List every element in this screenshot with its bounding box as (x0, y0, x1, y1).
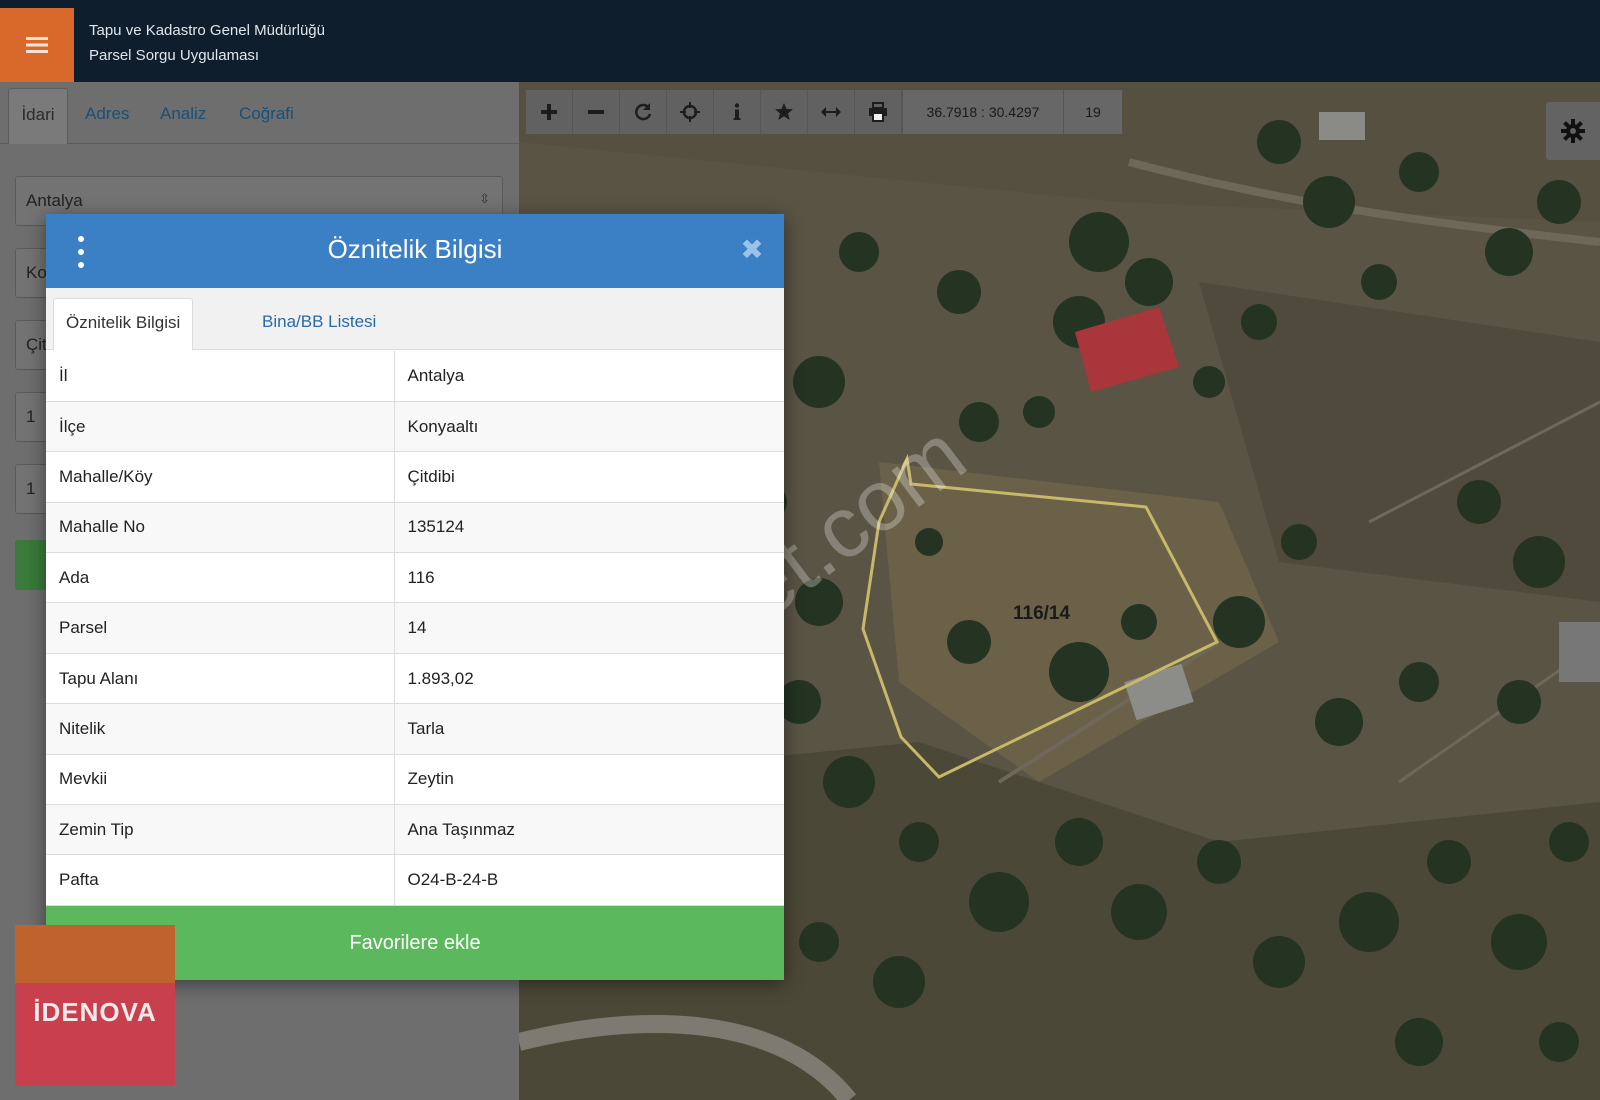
minus-icon (588, 110, 604, 114)
table-row: İlçe Konyaaltı (46, 401, 784, 453)
info-icon (733, 103, 741, 120)
attr-key: İl (46, 351, 395, 402)
attr-value: 135124 (394, 502, 784, 554)
coordinate-display: 36.7918 : 30.4297 (902, 90, 1064, 134)
modal-tabs: Öznitelik Bilgisi Bina/BB Listesi (46, 288, 784, 351)
block-input-value: 1 (26, 407, 36, 426)
attr-value: 1.893,02 (394, 653, 784, 705)
tab-building-list[interactable]: Bina/BB Listesi (250, 298, 388, 351)
attr-value: 14 (394, 602, 784, 654)
attr-key: Mevkii (46, 754, 395, 806)
attr-key: Pafta (46, 854, 395, 906)
left-tabs: İdari Adres Analiz Coğrafi (0, 82, 519, 144)
attr-value: Ana Taşınmaz (394, 804, 784, 856)
app-header: Tapu ve Kadastro Genel Müdürlüğü Parsel … (0, 0, 1600, 82)
attr-key: Mahalle/Köy (46, 451, 395, 503)
info-button[interactable] (714, 90, 761, 134)
print-button[interactable] (855, 90, 902, 134)
tab-adres[interactable]: Adres (85, 104, 129, 124)
close-icon[interactable]: ✖ (738, 236, 766, 264)
attr-value: Konyaaltı (394, 401, 784, 453)
menu-button[interactable] (0, 8, 74, 82)
map-toolbar: 36.7918 : 30.4297 19 (526, 90, 1122, 134)
table-row: Ada 116 (46, 552, 784, 604)
tab-cografi[interactable]: Coğrafi (239, 104, 294, 124)
tab-attribute-info[interactable]: Öznitelik Bilgisi (53, 298, 194, 351)
gear-icon (1561, 119, 1585, 143)
table-row: İl Antalya (46, 351, 784, 402)
tab-idari[interactable]: İdari (8, 88, 68, 144)
neighborhood-select-value: Çit (26, 335, 47, 354)
table-row: Mevkii Zeytin (46, 754, 784, 806)
attr-value: Tarla (394, 703, 784, 755)
table-row: Mahalle/Köy Çitdibi (46, 451, 784, 503)
attribute-info-modal: Öznitelik Bilgisi ✖ Öznitelik Bilgisi Bi… (46, 214, 784, 980)
district-select-value: Ko (26, 263, 47, 282)
modal-header: Öznitelik Bilgisi ✖ (46, 214, 784, 288)
attr-key: Zemin Tip (46, 804, 395, 856)
measure-button[interactable] (808, 90, 855, 134)
table-row: Pafta O24-B-24-B (46, 854, 784, 906)
attr-key: Nitelik (46, 703, 395, 755)
refresh-button[interactable] (620, 90, 667, 134)
logo-band (15, 925, 175, 983)
zoom-in-button[interactable] (526, 90, 573, 134)
table-row: Mahalle No 135124 (46, 502, 784, 554)
attr-key: Parsel (46, 602, 395, 654)
star-icon (775, 103, 793, 120)
print-icon (869, 102, 887, 122)
hamburger-icon (26, 37, 48, 53)
attr-value: Antalya (394, 351, 784, 402)
attr-value: Çitdibi (394, 451, 784, 503)
attr-value: O24-B-24-B (394, 854, 784, 906)
attr-value: 116 (394, 552, 784, 604)
zoom-level: 19 (1064, 90, 1122, 134)
arrows-horizontal-icon (821, 107, 841, 117)
attr-key: Mahalle No (46, 502, 395, 554)
crosshair-icon (680, 102, 700, 122)
table-row: Parsel 14 (46, 602, 784, 654)
app-title: Tapu ve Kadastro Genel Müdürlüğü Parsel … (89, 18, 325, 68)
attr-key: Ada (46, 552, 395, 604)
attr-key: Tapu Alanı (46, 653, 395, 705)
parcel-input-value: 1 (26, 479, 36, 498)
table-row: Nitelik Tarla (46, 703, 784, 755)
app-title-line2: Parsel Sorgu Uygulaması (89, 47, 260, 64)
logo-text: İDENOVA (33, 997, 157, 1027)
table-row: Tapu Alanı 1.893,02 (46, 653, 784, 705)
refresh-icon (635, 103, 652, 121)
province-select-value: Antalya (26, 191, 83, 210)
attr-value: Zeytin (394, 754, 784, 806)
attribute-table: İl Antalya İlçe Konyaaltı Mahalle/Köy Çitdi… (46, 351, 784, 906)
app-title-line1: Tapu ve Kadastro Genel Müdürlüğü (89, 22, 325, 39)
settings-button[interactable] (1546, 102, 1600, 160)
parcel-label: 116/14 (1013, 603, 1070, 624)
zoom-out-button[interactable] (573, 90, 620, 134)
attr-key: İlçe (46, 401, 395, 453)
select-chevron-icon: ⇳ (479, 191, 490, 206)
idenova-logo: İDENOVA (15, 925, 175, 1085)
plus-icon (541, 104, 557, 120)
table-row: Zemin Tip Ana Taşınmaz (46, 804, 784, 856)
locate-button[interactable] (667, 90, 714, 134)
tab-analiz[interactable]: Analiz (160, 104, 206, 124)
modal-title: Öznitelik Bilgisi (327, 234, 503, 264)
favorites-button[interactable] (761, 90, 808, 134)
